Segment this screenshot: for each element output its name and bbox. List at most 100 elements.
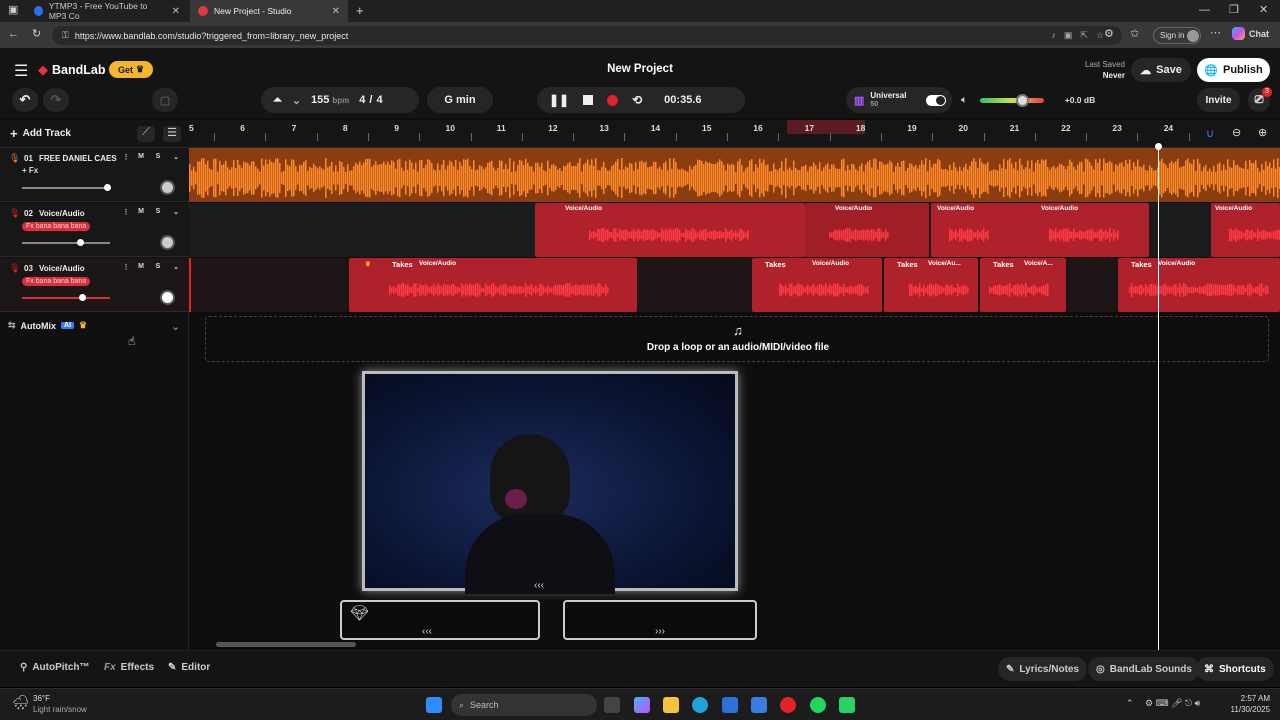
get-membership-button[interactable]: Get ♛ xyxy=(109,61,154,78)
time-sig-numerator[interactable]: 4 xyxy=(359,94,365,106)
track-more-icon[interactable]: ⋮ xyxy=(120,208,132,218)
zoom-in-icon[interactable]: ⊕ xyxy=(1258,126,1267,139)
tempo-control[interactable]: ⏶ ⌄ 155 bpm 4 / 4 xyxy=(261,87,419,113)
tray-icons[interactable]: ⚙ ⌨ 🎤︎ ⎋ 🔊︎ xyxy=(1145,698,1200,709)
tab-actions-icon[interactable]: ▣ xyxy=(8,5,18,16)
bandlab-taskbar-icon[interactable] xyxy=(780,697,796,713)
track-name[interactable]: Voice/Audio xyxy=(39,209,85,218)
speaker-icon[interactable]: 🔈︎ xyxy=(961,94,968,107)
pan-knob[interactable] xyxy=(160,235,175,250)
lyrics-notes-button[interactable]: ✎ Lyrics/Notes xyxy=(998,657,1088,681)
track-volume-handle[interactable] xyxy=(77,239,84,246)
track-settings-icon[interactable]: ☰ xyxy=(163,126,181,142)
track-header-02[interactable]: 🎙︎ 02 Voice/Audio ⋮ M S ⌄ Fx bana bana b… xyxy=(0,203,189,257)
chevron-down-icon[interactable]: ⌄ xyxy=(292,94,301,107)
loop-icon[interactable]: ⟲ xyxy=(632,93,642,107)
sign-in-button[interactable]: Sign in xyxy=(1153,27,1201,44)
copilot-taskbar-icon[interactable] xyxy=(634,697,650,713)
track-header-01[interactable]: 🎙︎ 01 FREE DANIEL CAES... ⋮ M S ⌄ + Fx xyxy=(0,148,189,202)
bpm-value[interactable]: 155 xyxy=(311,94,329,106)
track-header-03[interactable]: 🎙︎ 03 Voice/Audio ⋮ M S ⌄ Fx bana bana b… xyxy=(0,258,189,312)
file-explorer-icon[interactable] xyxy=(663,697,679,713)
automix-row[interactable]: ⇆ AutoMix AI ♛ xyxy=(8,320,87,331)
record-icon[interactable] xyxy=(607,94,619,106)
windows-start-icon[interactable] xyxy=(426,697,442,713)
effects-preset-tag[interactable]: Fx bana bana bana xyxy=(22,277,91,286)
favorites-icon[interactable]: ✩ xyxy=(1130,29,1139,40)
whatsapp-icon[interactable] xyxy=(839,697,855,713)
time-sig-denominator[interactable]: 4 xyxy=(376,94,382,106)
chevron-down-icon[interactable]: ⌄ xyxy=(170,263,182,273)
outlook-icon[interactable] xyxy=(751,697,767,713)
tray-chevron-icon[interactable]: ⌃ xyxy=(1126,698,1134,709)
snap-magnet-icon[interactable]: ∪ xyxy=(1206,127,1214,140)
menu-icon[interactable]: ☰ xyxy=(14,61,28,81)
chevron-down-icon[interactable]: ⌄ xyxy=(170,153,182,163)
store-icon[interactable] xyxy=(722,697,738,713)
zoom-out-icon[interactable]: ⊖ xyxy=(1232,126,1241,139)
close-tab-icon[interactable]: ✕ xyxy=(172,6,180,17)
effects-preset-tag[interactable]: Fx bana bana bana xyxy=(22,222,91,231)
horizontal-scrollbar[interactable] xyxy=(216,642,356,647)
playhead-handle[interactable] xyxy=(1155,143,1162,150)
solo-button[interactable]: S xyxy=(152,153,164,163)
key-selector[interactable]: G min xyxy=(427,87,493,113)
preset-toggle[interactable] xyxy=(926,94,946,106)
refresh-icon[interactable]: ↻ xyxy=(32,29,41,40)
back-icon[interactable]: ← xyxy=(8,29,19,40)
bandlab-sounds-button[interactable]: ◎ BandLab Sounds xyxy=(1088,657,1200,681)
mute-button[interactable]: M xyxy=(135,153,147,163)
site-info-icon[interactable]: ⚿ xyxy=(62,30,69,41)
copilot-chat-button[interactable]: Chat xyxy=(1232,27,1269,40)
mute-button[interactable]: M xyxy=(135,263,147,273)
invite-button[interactable]: Invite xyxy=(1197,88,1240,112)
solo-button[interactable]: S xyxy=(152,263,164,273)
track-volume-slider[interactable] xyxy=(22,187,110,189)
add-track-button[interactable]: + Add Track xyxy=(10,126,71,141)
track-volume-handle[interactable] xyxy=(104,184,111,191)
pan-knob[interactable] xyxy=(160,180,175,195)
add-fx-button[interactable]: + Fx xyxy=(22,166,38,175)
redo-icon[interactable]: ↷ xyxy=(43,88,69,112)
minimize-icon[interactable]: — xyxy=(1199,5,1210,16)
pause-icon[interactable]: ❚❚ xyxy=(549,93,569,107)
metronome-icon[interactable]: ⏶ xyxy=(273,94,282,107)
mastering-preset[interactable]: ▥ Universal 50 xyxy=(846,87,952,113)
track-volume-slider[interactable] xyxy=(22,242,110,244)
track-lane-03[interactable]: ♛ Takes Voice/Audio Takes Voice/Audio Takes… xyxy=(189,258,1280,312)
bandlab-logo[interactable]: ◆ BandLab xyxy=(38,62,105,78)
track-name[interactable]: FREE DANIEL CAES... xyxy=(39,154,117,163)
url-field[interactable]: ⚿ https://www.bandlab.com/studio?trigger… xyxy=(52,26,1122,45)
close-tab-icon[interactable]: ✕ xyxy=(332,6,340,17)
undo-icon[interactable]: ↶ xyxy=(12,88,38,112)
shortcuts-button[interactable]: ⌘ Shortcuts xyxy=(1196,657,1274,681)
tab-bandlab[interactable]: New Project - Studio ✕ xyxy=(190,0,348,22)
pan-knob[interactable] xyxy=(160,290,175,305)
save-local-icon[interactable]: ▢ xyxy=(152,88,178,112)
automation-icon[interactable]: ⟋ xyxy=(137,126,155,142)
publish-button[interactable]: 🌐 Publish xyxy=(1197,58,1270,82)
solo-button[interactable]: S xyxy=(152,208,164,218)
maximize-icon[interactable]: ❐ xyxy=(1229,5,1239,16)
drop-zone[interactable]: ♫ Drop a loop or an audio/MIDI/video fil… xyxy=(205,316,1269,362)
track-more-icon[interactable]: ⋮ xyxy=(120,263,132,273)
edge-icon[interactable] xyxy=(692,697,708,713)
project-title[interactable]: New Project xyxy=(600,63,680,75)
master-volume-handle[interactable] xyxy=(1016,94,1029,107)
track-more-icon[interactable]: ⋮ xyxy=(120,153,132,163)
more-menu-icon[interactable]: ⋯ xyxy=(1210,28,1221,39)
track-name[interactable]: Voice/Audio xyxy=(39,264,85,273)
chevron-down-icon[interactable]: ⌄ xyxy=(170,208,182,218)
task-view-icon[interactable] xyxy=(604,697,620,713)
track-volume-slider[interactable] xyxy=(22,297,110,299)
save-button[interactable]: ☁ Save xyxy=(1131,58,1191,82)
chevron-down-icon[interactable]: ⌄ xyxy=(171,320,180,333)
stop-icon[interactable] xyxy=(583,95,594,105)
loop-region[interactable] xyxy=(787,120,865,134)
mute-button[interactable]: M xyxy=(135,208,147,218)
extensions-icon[interactable]: ⚙ xyxy=(1104,29,1114,40)
effects-button[interactable]: Fx Effects xyxy=(104,662,154,673)
weather-icon[interactable]: 🌧︎ xyxy=(12,694,30,711)
close-window-icon[interactable]: ✕ xyxy=(1259,5,1268,16)
track-lane-01[interactable] xyxy=(189,148,1280,202)
